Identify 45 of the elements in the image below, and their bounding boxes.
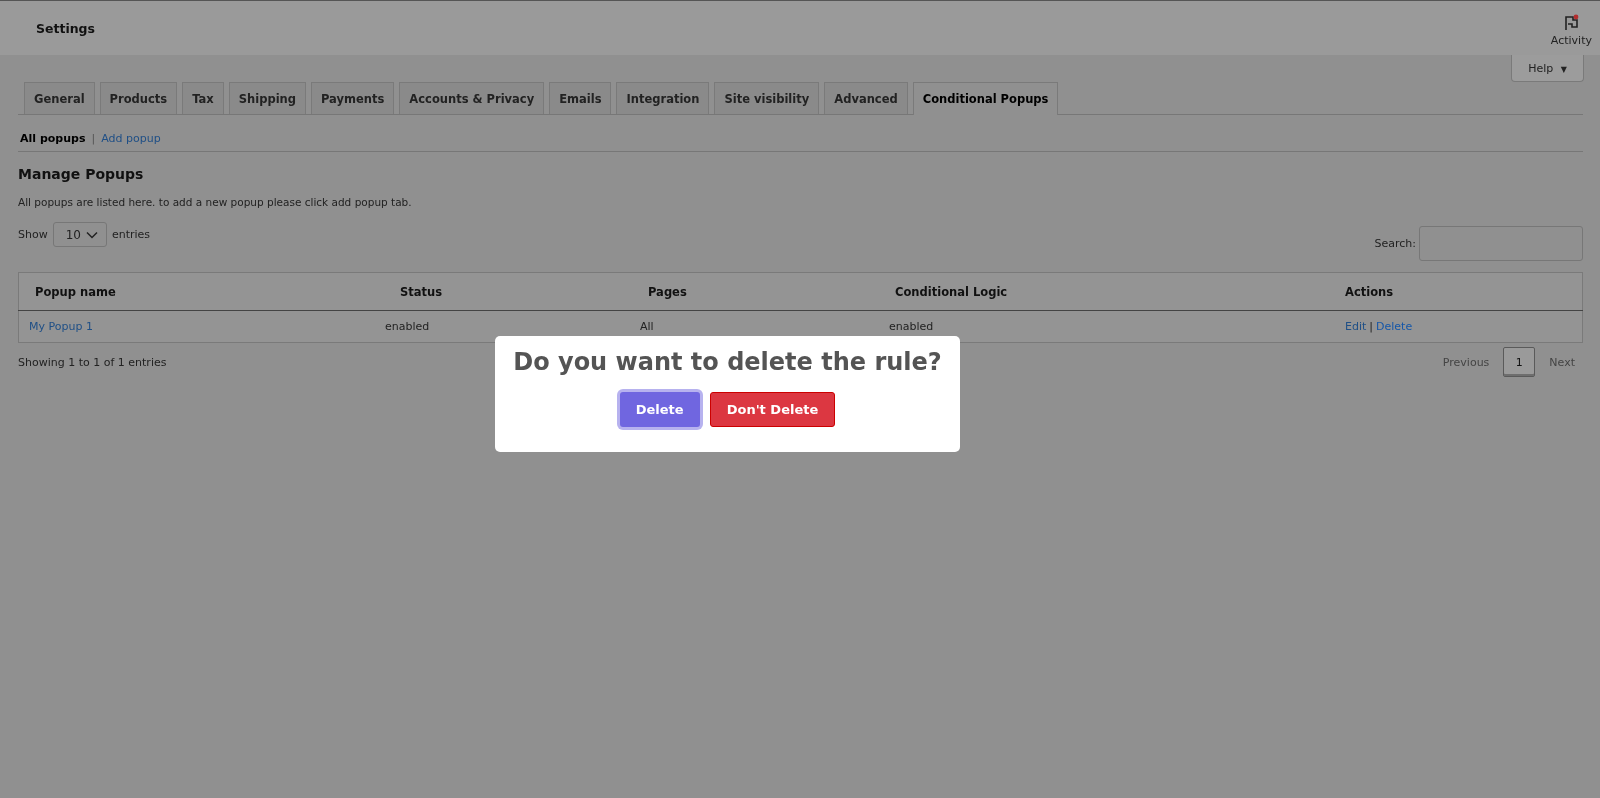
flag-icon <box>1562 13 1581 32</box>
page-button[interactable]: 1 <box>1503 347 1536 377</box>
chevron-down-icon <box>85 230 98 239</box>
settings-tab[interactable]: Site visibility <box>714 82 820 114</box>
column-header[interactable]: Popup name <box>18 272 385 311</box>
settings-tab[interactable]: General <box>24 82 95 114</box>
activity-button[interactable]: Activity <box>1550 9 1592 47</box>
separator: | <box>91 132 96 145</box>
dialog-title: Do you want to delete the rule? <box>513 348 942 376</box>
search-label: Search: <box>1374 237 1416 250</box>
column-header[interactable]: Actions <box>1345 272 1583 311</box>
table-cell: All <box>640 320 654 333</box>
settings-tab[interactable]: Shipping <box>228 82 306 114</box>
settings-tab[interactable]: Advanced <box>824 82 908 114</box>
settings-tab[interactable]: Conditional Popups <box>912 82 1059 115</box>
cancel-button[interactable]: Don't Delete <box>709 392 836 427</box>
search-field[interactable] <box>1419 226 1583 261</box>
settings-tab[interactable]: Integration <box>616 82 710 114</box>
column-header[interactable]: Status <box>385 272 640 311</box>
next-link[interactable]: Next <box>1541 355 1583 369</box>
previous-link[interactable]: Previous <box>1434 355 1498 369</box>
show-label: Show <box>18 228 48 241</box>
subnav-link[interactable]: All popups <box>20 132 86 145</box>
popup-name-link[interactable]: My Popup 1 <box>29 320 93 333</box>
table-cell: enabled <box>385 320 430 333</box>
column-header[interactable]: Pages <box>640 272 873 311</box>
entries-label: entries <box>111 228 151 241</box>
column-header[interactable]: Conditional Logic <box>873 272 1345 311</box>
separator: | <box>1369 320 1374 333</box>
delete-button[interactable]: Delete <box>619 392 700 427</box>
action-link[interactable]: Delete <box>1376 320 1413 333</box>
settings-tab[interactable]: Products <box>99 82 178 114</box>
table-cell: enabled <box>889 320 934 333</box>
description: All popups are listed here. to add a new popup please click add popup tab. <box>18 196 413 208</box>
settings-tab[interactable]: Payments <box>311 82 395 114</box>
table-info: Showing 1 to 1 of 1 entries <box>18 355 167 369</box>
action-link[interactable]: Edit <box>1345 320 1367 333</box>
help-button[interactable]: Help ▼ <box>1511 55 1584 82</box>
entries-select[interactable]: 10 <box>52 222 107 247</box>
settings-tab[interactable]: Tax <box>182 82 224 114</box>
section-heading: Manage Popups <box>18 166 145 182</box>
settings-tab[interactable]: Accounts & Privacy <box>399 82 545 114</box>
subnav-link[interactable]: Add popup <box>101 132 161 145</box>
settings-tab[interactable]: Emails <box>549 82 612 114</box>
page-title: Settings <box>36 20 95 36</box>
